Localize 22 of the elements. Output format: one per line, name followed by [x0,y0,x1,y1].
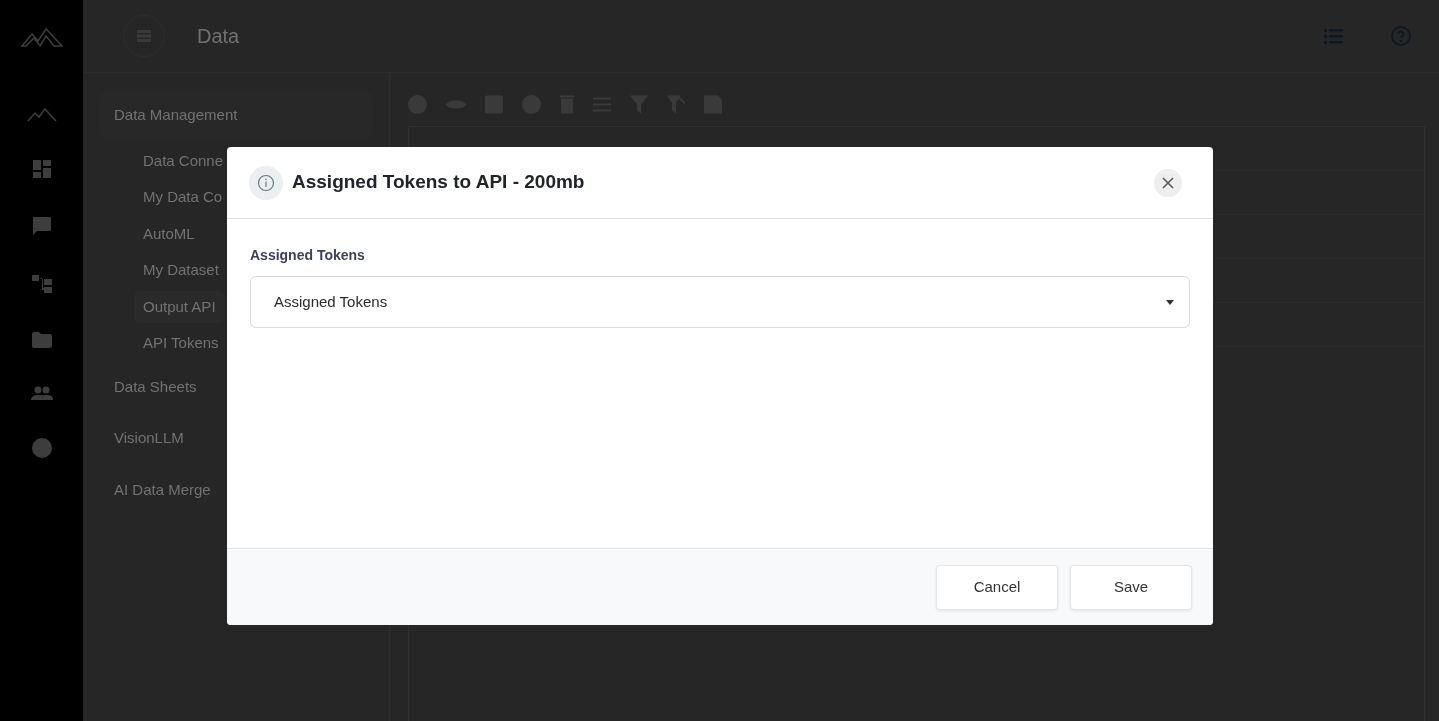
folder-person-icon[interactable] [31,332,52,348]
footer-button[interactable]: Save [1070,564,1192,610]
page-title: Data [197,24,240,49]
footer-button[interactable]: Cancel [936,564,1058,610]
sidebar-item[interactable]: AutoML [134,217,204,250]
chat-icon[interactable] [31,216,52,236]
caret-icon [1166,299,1174,305]
sidebar-item[interactable]: My Dataset [134,254,228,287]
close-button[interactable] [1154,168,1182,197]
dashboard-icon[interactable] [32,160,51,178]
sidebar-item[interactable]: API Tokens [134,327,228,360]
hierarchy-icon[interactable] [31,274,52,294]
sidebar-item[interactable]: My Data Co [134,181,232,214]
tokens-select-field[interactable]: Assigned Tokens [250,276,1190,328]
field-label: Assigned Tokens [250,246,366,265]
list-icon[interactable] [1324,28,1343,44]
modal-title: Assigned Tokens to API - 200mb [292,170,586,195]
mountain-logo-icon[interactable] [20,26,63,48]
mountain-icon[interactable] [26,108,57,122]
sidebar-item[interactable]: Output API [134,290,225,323]
close-icon [1162,176,1174,189]
people-icon[interactable] [30,386,53,400]
